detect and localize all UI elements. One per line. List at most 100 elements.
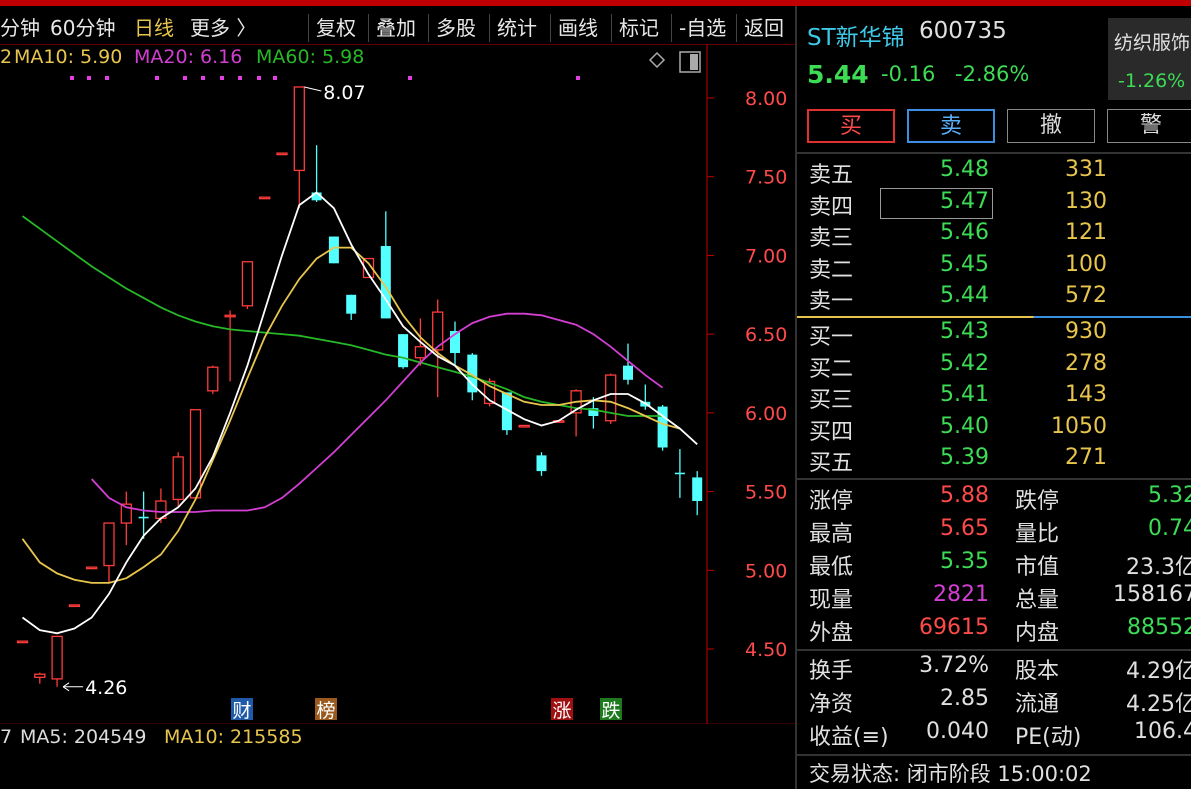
- toolbar-period-0[interactable]: 分钟: [0, 12, 40, 41]
- fin-label: 换手: [809, 659, 854, 684]
- quote-panel: ST新华锦 600735 5.44 -0.16 -2.86% 纺织服饰 -1.2…: [797, 6, 1191, 789]
- buy-button[interactable]: 买: [807, 109, 895, 143]
- candle-body: [692, 477, 703, 502]
- toolbar-button-3[interactable]: 统计: [497, 12, 537, 41]
- diamond-icon[interactable]: [648, 51, 666, 69]
- separator: [797, 754, 1191, 756]
- fin-label: 股本: [1015, 659, 1060, 684]
- stat-label: 跌停: [1015, 489, 1060, 514]
- y-tick-label: 7.00: [745, 245, 787, 267]
- panel-toggle-icon[interactable]: [679, 51, 701, 73]
- bid-volume: 271: [1065, 445, 1107, 470]
- fin-value: 2.85: [940, 686, 989, 711]
- candle-body: [34, 673, 46, 678]
- bid-row[interactable]: 买五 5.39 271: [797, 445, 1191, 476]
- ask-volume: 100: [1065, 251, 1107, 277]
- event-marker-3: 跌: [601, 700, 620, 722]
- candle-body: [674, 472, 685, 475]
- kline-svg[interactable]: 8.00 7.50 7.00 6.50 6.00 5.50 5.00 4.50 8.07 4.2…: [0, 44, 795, 725]
- toolbar-button-6[interactable]: -自选: [679, 12, 726, 41]
- candle-body: [172, 456, 184, 501]
- bid-volume: 1050: [1051, 413, 1107, 439]
- sell-button[interactable]: 卖: [907, 109, 995, 143]
- chart-toolbar: 分钟 60分钟 日线 更多 〉 复权 叠加 多股 统计 画线 标记 -自选 返回: [0, 6, 795, 45]
- toolbar-separator: [736, 14, 737, 42]
- bid-row[interactable]: 买二 5.42 278: [797, 351, 1191, 382]
- ask-row[interactable]: 卖五 5.48 331: [797, 157, 1191, 188]
- ask-volume: 572: [1065, 283, 1107, 308]
- bid-volume: 930: [1065, 319, 1107, 344]
- bid-price: 5.39: [940, 445, 989, 470]
- stat-label: 涨停: [809, 489, 854, 514]
- kline-chart[interactable]: 8.00 7.50 7.00 6.50 6.00 5.50 5.00 4.50 8.07 4.2…: [0, 44, 795, 725]
- toolbar-button-1[interactable]: 叠加: [376, 12, 416, 41]
- bid-ask-divider: [797, 316, 1191, 318]
- toolbar-separator: [611, 14, 612, 42]
- stat-value: 88552: [1127, 615, 1191, 640]
- ask-price: 5.48: [940, 157, 989, 182]
- cancel-order-button[interactable]: 撤: [1007, 109, 1095, 143]
- toolbar-button-5[interactable]: 标记: [619, 12, 659, 41]
- bid-label: 买三: [809, 388, 854, 413]
- bid-price: 5.41: [940, 382, 989, 407]
- stat-label: 量比: [1015, 522, 1060, 547]
- bid-label: 买一: [809, 325, 854, 350]
- fin-label: 收益(≡): [809, 725, 889, 750]
- toolbar-button-4[interactable]: 画线: [558, 12, 598, 41]
- bid-row[interactable]: 买四 5.40 1050: [797, 414, 1191, 445]
- bid-label: 买五: [809, 451, 854, 476]
- bid-label: 买四: [809, 419, 854, 445]
- candle-body: [536, 455, 547, 472]
- fin-label: 净资: [809, 692, 854, 717]
- alert-button[interactable]: 警: [1107, 109, 1191, 143]
- high-price-label: 8.07: [323, 82, 365, 104]
- price-change: -0.16: [881, 62, 936, 86]
- candle-body: [398, 334, 409, 368]
- stock-name[interactable]: ST新华锦: [807, 18, 905, 52]
- ask-volume: 121: [1065, 220, 1107, 245]
- signal-dot: [257, 76, 261, 80]
- toolbar-button-7[interactable]: 返回: [744, 12, 784, 41]
- separator: [797, 649, 1191, 651]
- sector-name: 纺织服饰: [1114, 32, 1191, 54]
- toolbar-period-1[interactable]: 60分钟: [50, 12, 115, 41]
- sector-box[interactable]: 纺织服饰 -1.26%: [1108, 18, 1191, 100]
- toolbar-period-3[interactable]: 更多 〉: [190, 12, 256, 41]
- trade-status: 交易状态: 闭市阶段 15:00:02: [809, 762, 1092, 786]
- candle-body: [623, 365, 633, 380]
- toolbar-separator: [489, 14, 490, 42]
- ask-row[interactable]: 卖一 5.44 572: [797, 283, 1191, 314]
- toolbar-period-2[interactable]: 日线: [134, 12, 174, 41]
- stat-label: 外盘: [809, 621, 854, 646]
- signal-dot: [201, 76, 205, 80]
- toolbar-button-2[interactable]: 多股: [436, 12, 476, 41]
- stat-label: 现量: [809, 588, 854, 613]
- stat-label: 内盘: [1015, 621, 1060, 646]
- bid-price: 5.43: [940, 319, 989, 344]
- fin-value: 4.25亿: [1126, 692, 1191, 717]
- y-tick-label: 5.00: [745, 560, 787, 582]
- candle-body: [207, 366, 219, 392]
- ask-row[interactable]: 卖二 5.45 100: [797, 252, 1191, 283]
- toolbar-separator: [428, 14, 429, 42]
- stat-value: 5.65: [940, 516, 989, 541]
- bid-row[interactable]: 买一 5.43 930: [797, 319, 1191, 350]
- event-marker-1: 榜: [316, 700, 335, 722]
- y-tick-label: 5.50: [745, 482, 787, 504]
- ask-price: 5.44: [940, 283, 989, 308]
- sector-pct: -1.26%: [1118, 70, 1186, 92]
- low-price-label: 4.26: [85, 677, 127, 699]
- bid-label: 买二: [809, 356, 854, 382]
- bid-row[interactable]: 买三 5.41 143: [797, 382, 1191, 413]
- ask-row[interactable]: 卖四 5.47 130: [797, 189, 1191, 220]
- stat-value: 158167: [1113, 582, 1191, 607]
- fin-value: 3.72%: [919, 653, 989, 678]
- bid-price: 5.40: [940, 413, 989, 439]
- toolbar-separator: [308, 14, 309, 42]
- stock-code: 600735: [919, 18, 1007, 44]
- signal-dot: [87, 76, 91, 80]
- ask-row[interactable]: 卖三 5.46 121: [797, 220, 1191, 251]
- price-change-pct: -2.86%: [955, 62, 1030, 86]
- event-marker-2: 涨: [552, 700, 571, 722]
- toolbar-button-0[interactable]: 复权: [316, 12, 356, 41]
